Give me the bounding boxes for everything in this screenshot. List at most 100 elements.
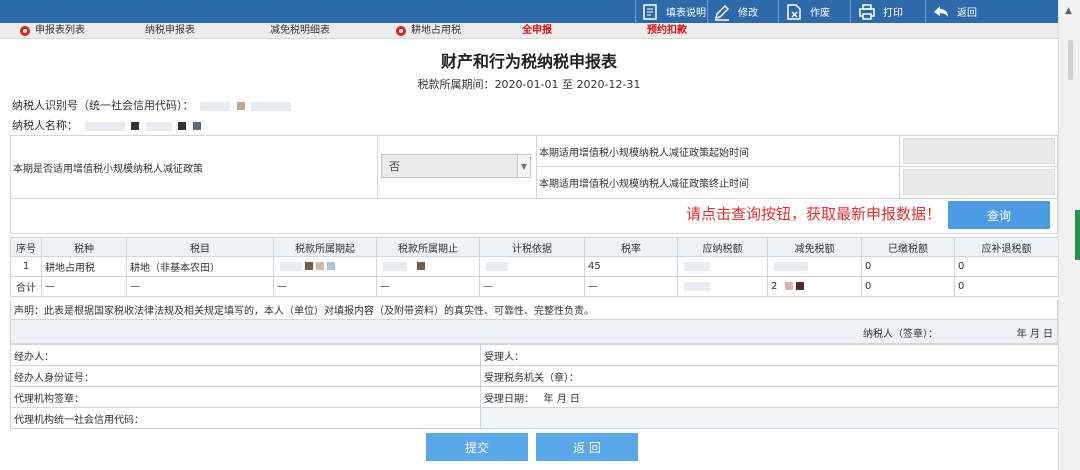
receiver-label: 受理人： — [480, 344, 1059, 366]
menu-item-farmland-tax[interactable]: 耕地占用税 — [396, 24, 461, 38]
redacted-block — [192, 122, 201, 130]
redacted-text — [251, 101, 291, 111]
redacted-block — [305, 262, 313, 270]
modify-button[interactable]: 修改 — [712, 0, 758, 23]
scroll-up-icon[interactable]: ▲ — [1065, 6, 1072, 16]
menu-item-full-declaration[interactable]: 全申报 — [522, 24, 552, 38]
agent-label: 经办人： — [10, 344, 481, 366]
redacted-block — [796, 282, 805, 290]
column-header: 税率 — [584, 237, 678, 257]
toolbar-separator — [635, 0, 636, 23]
menu-item-scheduled-deduction[interactable]: 预约扣款 — [647, 24, 687, 38]
query-row: 请点击查询按钮，获取最新申报数据！ 查询 — [10, 199, 1058, 234]
divider — [899, 136, 900, 198]
period-end-cell — [376, 256, 480, 277]
back-button[interactable]: 返 回 — [536, 433, 638, 461]
query-hint: 请点击查询按钮，获取最新申报数据！ — [685, 205, 941, 223]
tax-paid-cell: 0 — [861, 256, 955, 277]
total-refund-cell: 0 — [954, 276, 1059, 297]
column-header: 减免税额 — [767, 237, 862, 257]
tax-type-cell: 耕地占用税 — [41, 256, 127, 277]
column-header: 税款所属期止 — [376, 237, 480, 257]
column-header: 税种 — [41, 237, 127, 257]
redacted-text — [200, 101, 230, 111]
redacted-block — [178, 122, 186, 130]
table-row: 代理机构统一社会信用代码： — [10, 407, 1059, 429]
policy-start-input[interactable] — [903, 138, 1055, 164]
query-button[interactable]: 查询 — [948, 201, 1050, 229]
tax-reduction-cell — [767, 256, 862, 277]
tax-basis-cell — [479, 256, 585, 277]
redacted-text — [684, 261, 710, 271]
submit-button[interactable]: 提交 — [426, 433, 528, 461]
menu-item-tax-return[interactable]: 纳税申报表 — [145, 24, 195, 38]
policy-end-input[interactable] — [903, 169, 1055, 195]
redacted-block — [417, 262, 425, 270]
redacted-text — [383, 261, 407, 271]
total-dash: — — [41, 276, 127, 297]
total-dash: — — [479, 276, 585, 297]
tax-rate-cell: 45 — [584, 256, 678, 277]
taxpayer-name-label: 纳税人名称： — [12, 119, 78, 132]
receiving-office-label: 受理税务机关（章）： — [480, 365, 1059, 387]
back-toolbar-label: 返回 — [957, 8, 977, 19]
divider — [536, 136, 537, 198]
acceptance-grid: 经办人： 受理人： 经办人身份证号： 受理税务机关（章）： 代理机构签章： 受理… — [10, 344, 1059, 429]
chevron-down-icon: ▼ — [517, 155, 530, 177]
modify-label: 修改 — [738, 8, 758, 19]
period-label: 税款所属期间： — [417, 78, 495, 91]
column-header: 应纳税额 — [677, 237, 768, 257]
redacted-text — [684, 281, 710, 291]
total-dash: — — [584, 276, 678, 297]
total-paid-cell: 0 — [861, 276, 955, 297]
agency-seal-label: 代理机构签章： — [10, 386, 481, 408]
void-button[interactable]: 作废 — [784, 0, 830, 23]
document-icon — [640, 2, 660, 22]
file-delete-icon — [784, 2, 804, 22]
toolbar-separator — [850, 0, 851, 23]
toolbar-separator — [707, 0, 708, 23]
table-header-row: 序号 税种 税目 税款所属期起 税款所属期止 计税依据 税率 应纳税额 减免税额… — [10, 237, 1059, 257]
total-dash: — — [376, 276, 480, 297]
divider — [536, 166, 1057, 167]
tax-payable-cell — [677, 256, 768, 277]
menu-bar: 申报表列表 纳税申报表 减免税明细表 耕地占用税 全申报 预约扣款 — [0, 23, 1058, 39]
print-button[interactable]: 打印 — [857, 0, 903, 23]
printer-icon — [857, 2, 877, 22]
total-dash: — — [273, 276, 377, 297]
column-header: 应补退税额 — [954, 237, 1059, 257]
tax-refund-cell: 0 — [954, 256, 1059, 277]
table-row: 经办人身份证号： 受理税务机关（章）： — [10, 365, 1059, 387]
redacted-block — [131, 122, 139, 130]
table-row: 代理机构签章： 受理日期： 年 月 日 — [10, 386, 1059, 408]
side-tab[interactable] — [1075, 210, 1080, 260]
gear-icon — [20, 26, 30, 36]
signature-row: 纳税人（签章）： 年 月 日 — [10, 320, 1058, 344]
redacted-text — [280, 261, 302, 271]
policy-select-value: 否 — [389, 160, 400, 173]
back-toolbar-button[interactable]: 返回 — [931, 0, 977, 23]
policy-select[interactable]: 否 ▼ — [381, 154, 531, 178]
declaration-text: 声明：此表是根据国家税收法律法规及相关规定填写的，本人（单位）对填报内容（及附带… — [10, 300, 1058, 320]
toolbar-separator — [925, 0, 926, 23]
menu-item-label: 纳税申报表 — [145, 25, 195, 36]
vertical-scrollbar[interactable]: ▲ — [1058, 0, 1080, 470]
total-reduction-prefix: 2 — [771, 281, 778, 292]
policy-start-label: 本期适用增值税小规模纳税人减征政策起始时间 — [539, 147, 749, 159]
scroll-thumb[interactable] — [1068, 40, 1073, 80]
row-number: 1 — [10, 256, 42, 277]
table-row: 经办人： 受理人： — [10, 344, 1059, 366]
fill-help-button[interactable]: 填表说明 — [640, 0, 706, 23]
total-label: 合计 — [10, 276, 42, 297]
redacted-text — [84, 121, 125, 131]
redacted-text — [774, 261, 808, 271]
policy-section: 本期是否适用增值税小规模纳税人减征政策 否 ▼ 本期适用增值税小规模纳税人减征政… — [10, 135, 1058, 199]
total-dash: — — [126, 276, 274, 297]
redacted-block — [316, 262, 324, 270]
menu-item-declaration-list[interactable]: 申报表列表 — [20, 24, 85, 38]
menu-item-exemption-detail[interactable]: 减免税明细表 — [270, 24, 330, 38]
void-label: 作废 — [810, 8, 830, 19]
signature-label: 纳税人（签章）： — [863, 329, 938, 340]
period-value: 2020-01-01 至 2020-12-31 — [494, 78, 641, 91]
agency-code-label: 代理机构统一社会信用代码： — [10, 407, 481, 429]
